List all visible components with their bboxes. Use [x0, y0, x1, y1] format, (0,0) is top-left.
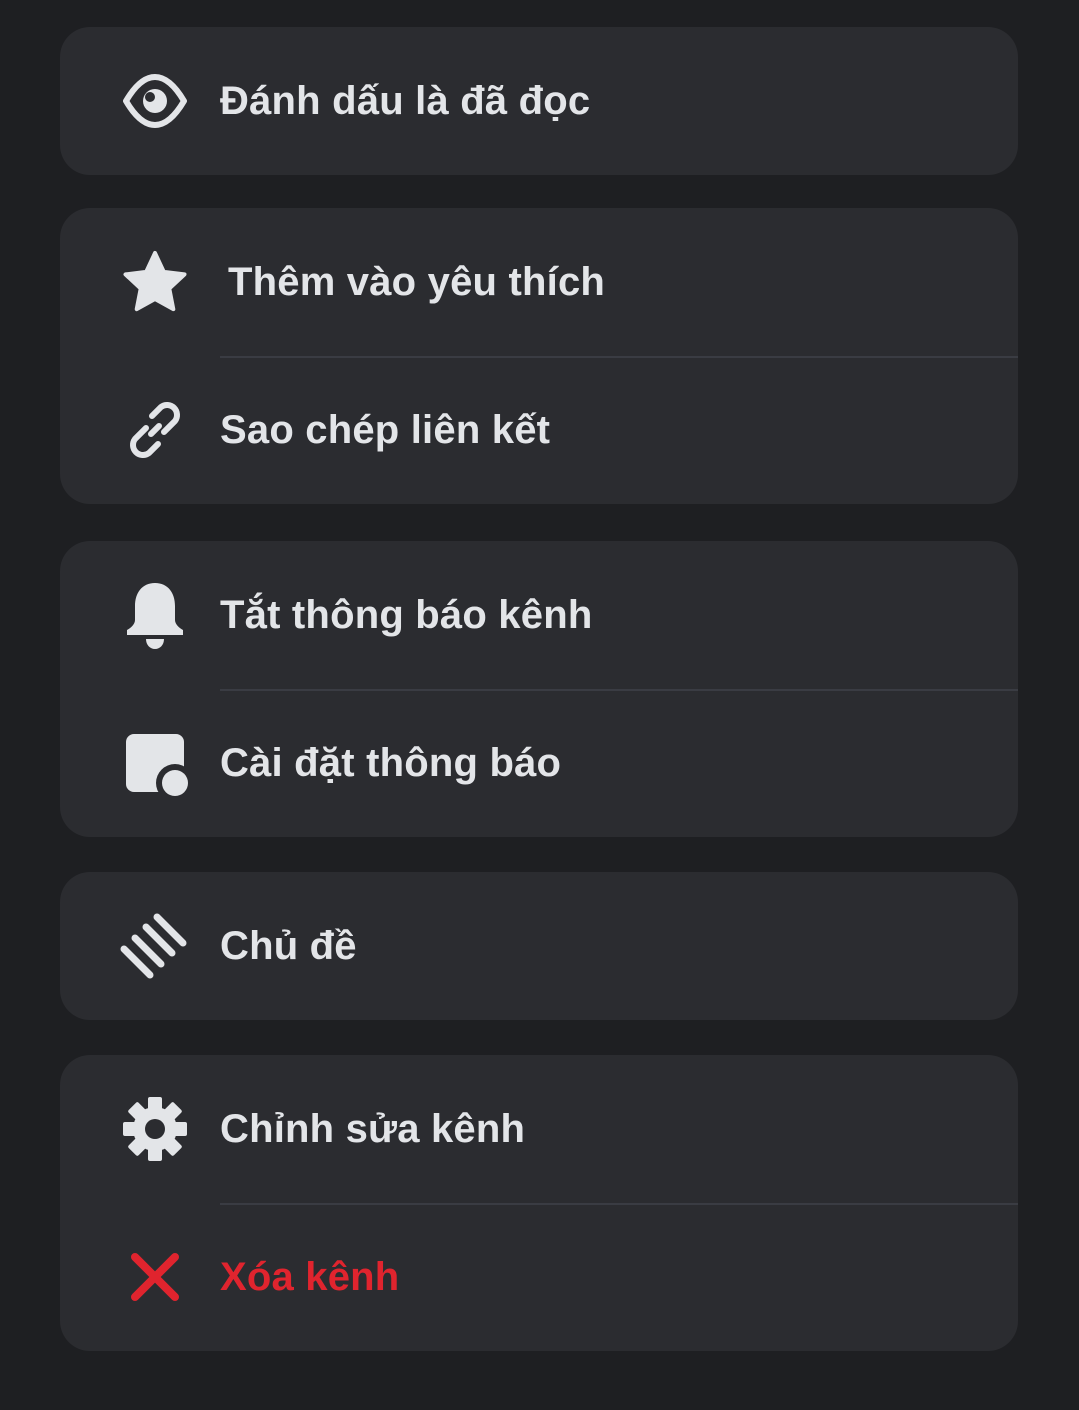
- menu-group-threads: Chủ đề: [60, 872, 1018, 1020]
- link-icon: [120, 395, 190, 465]
- notification-settings-label: Cài đặt thông báo: [220, 740, 562, 785]
- threads-button[interactable]: Chủ đề: [60, 872, 1018, 1020]
- copy-link-label: Sao chép liên kết: [220, 407, 551, 452]
- gear-icon: [120, 1094, 190, 1164]
- threads-icon: [120, 911, 190, 981]
- menu-group-share: Thêm vào yêu thích Sao chép liên kết: [60, 208, 1018, 504]
- add-to-favorites-label: Thêm vào yêu thích: [228, 259, 606, 304]
- bell-icon: [120, 580, 190, 650]
- edit-channel-label: Chỉnh sửa kênh: [220, 1106, 526, 1151]
- close-icon: [120, 1242, 190, 1312]
- menu-group-read: Đánh dấu là đã đọc: [60, 27, 1018, 175]
- edit-channel-button[interactable]: Chỉnh sửa kênh: [60, 1055, 1018, 1203]
- copy-link-button[interactable]: Sao chép liên kết: [60, 356, 1018, 504]
- add-to-favorites-button[interactable]: Thêm vào yêu thích: [60, 208, 1018, 356]
- notification-settings-icon: [120, 728, 190, 798]
- delete-channel-button[interactable]: Xóa kênh: [60, 1203, 1018, 1351]
- star-icon: [120, 247, 190, 317]
- notification-settings-button[interactable]: Cài đặt thông báo: [60, 689, 1018, 837]
- delete-channel-label: Xóa kênh: [220, 1254, 400, 1299]
- mute-channel-button[interactable]: Tắt thông báo kênh: [60, 541, 1018, 689]
- mute-channel-label: Tắt thông báo kênh: [220, 592, 593, 637]
- threads-label: Chủ đề: [220, 923, 357, 968]
- eye-icon: [120, 66, 190, 136]
- menu-group-channel-admin: Chỉnh sửa kênh Xóa kênh: [60, 1055, 1018, 1351]
- mark-as-read-button[interactable]: Đánh dấu là đã đọc: [60, 27, 1018, 175]
- menu-group-notifications: Tắt thông báo kênh Cài đặt thông báo: [60, 541, 1018, 837]
- mark-as-read-label: Đánh dấu là đã đọc: [220, 78, 591, 123]
